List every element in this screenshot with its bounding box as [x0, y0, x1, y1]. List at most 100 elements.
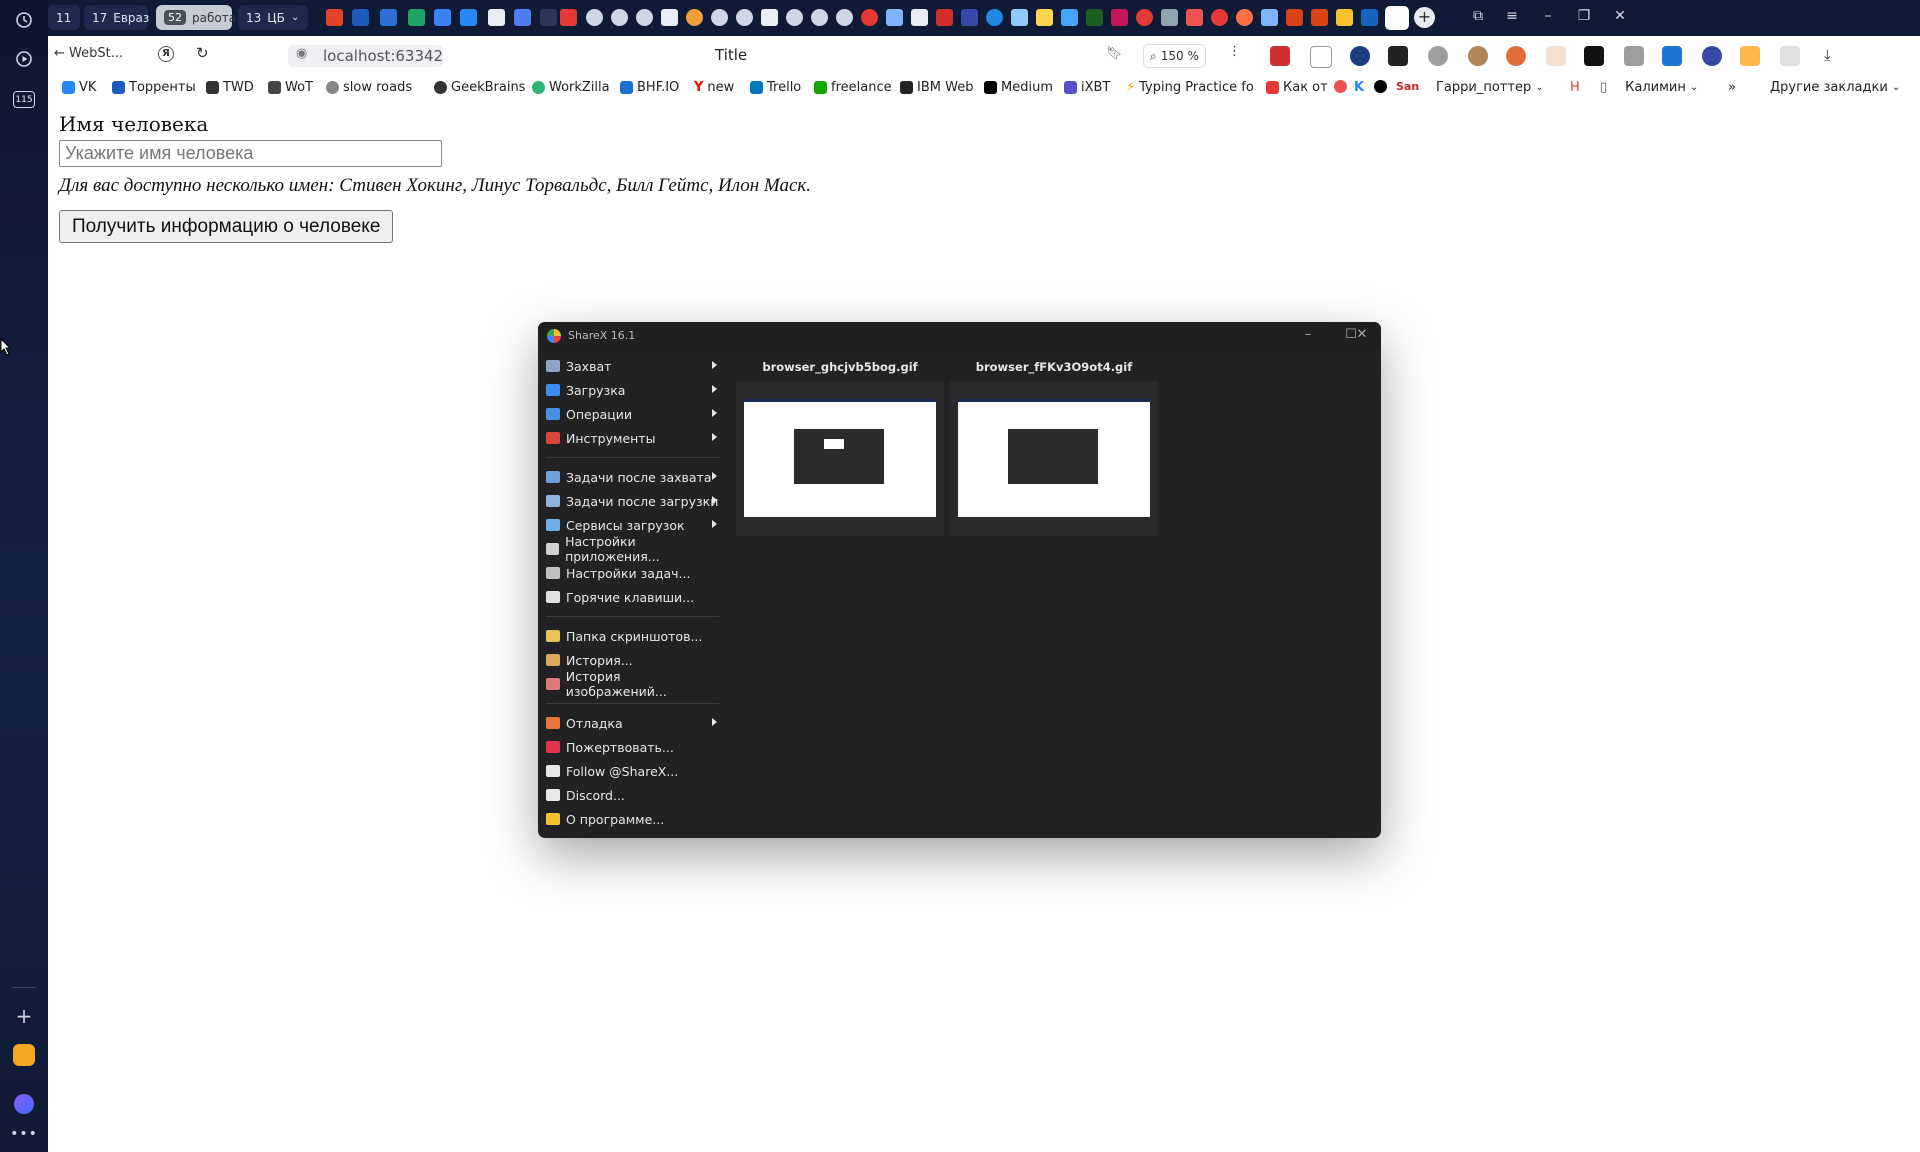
zoom-indicator[interactable]: ⌕ 150 % [1143, 44, 1206, 68]
menu-item[interactable]: Задачи после захвата [538, 465, 723, 489]
bookmark-panel-icon[interactable]: ⧉ [1468, 8, 1488, 24]
tab-icon[interactable] [936, 9, 953, 26]
bookmark-typing-practice[interactable]: ⚡ Typing Practice fo [1126, 80, 1254, 95]
reload-icon[interactable]: ↻ [196, 44, 209, 62]
tab-icon[interactable] [1036, 9, 1053, 26]
menu-item[interactable]: Инструменты [538, 426, 723, 450]
sharex-titlebar[interactable]: ShareX 16.1 – ☐ ✕ [538, 322, 1381, 350]
bookmark-new[interactable]: Ynew [694, 80, 734, 95]
menu-icon[interactable]: ≡ [1502, 8, 1522, 24]
close-icon[interactable]: ✕ [1610, 8, 1630, 24]
extension-icon[interactable] [1506, 46, 1526, 66]
menu-item[interactable]: Задачи после загрузки [538, 489, 723, 513]
tab-icon[interactable] [986, 9, 1003, 26]
name-input[interactable] [59, 140, 442, 167]
menu-item[interactable]: Загрузка [538, 378, 723, 402]
github-tab-icon[interactable] [711, 9, 728, 26]
history-clock-icon[interactable] [12, 8, 36, 32]
github-tab-icon[interactable] [736, 9, 753, 26]
tab-icon[interactable] [961, 9, 978, 26]
new-tab-icon[interactable]: + [1414, 7, 1435, 28]
bookmark-icon-5[interactable]: H [1570, 80, 1580, 95]
menu-item[interactable]: Отладка [538, 711, 723, 735]
bookmark-kak-ot[interactable]: Как от [1266, 80, 1328, 95]
notification-count-icon[interactable]: 115 [13, 91, 35, 108]
sharex-close-icon[interactable]: ✕ [1350, 327, 1374, 342]
extension-icon[interactable] [1428, 46, 1448, 66]
menu-item[interactable]: История изображений... [538, 669, 723, 699]
back-button[interactable]: ← WebSt... [54, 46, 123, 61]
tab-icon[interactable] [1236, 9, 1253, 26]
extension-icon[interactable] [1270, 46, 1290, 66]
doc-tab-icon[interactable] [911, 9, 928, 26]
bookmark-twd[interactable]: TWD [206, 80, 254, 95]
menu-item[interactable]: Захват [538, 354, 723, 378]
tab-group-rabota[interactable]: 52 работа [156, 5, 236, 30]
bookmark-ixbt[interactable]: iXBT [1064, 80, 1110, 95]
bookmark-torrents[interactable]: Торренты [112, 80, 196, 95]
doc-tab-icon[interactable] [661, 9, 678, 26]
yandex-logo-icon[interactable]: Я [158, 46, 174, 62]
restore-icon[interactable]: ❐ [1574, 8, 1594, 24]
minimize-icon[interactable]: – [1538, 8, 1558, 24]
tab-icon[interactable] [686, 9, 703, 26]
github-tab-icon[interactable] [636, 9, 653, 26]
github-tab-icon[interactable] [836, 9, 853, 26]
tab-icon[interactable] [1186, 9, 1203, 26]
tab-icon[interactable] [352, 9, 369, 26]
menu-item[interactable]: Операции [538, 402, 723, 426]
yandex-tab-icon[interactable] [861, 9, 878, 26]
github-tab-icon[interactable] [811, 9, 828, 26]
tab-icon[interactable] [1086, 9, 1103, 26]
tab-group-cb[interactable]: 13 ЦБ ⌄ [238, 5, 308, 30]
tab-icon[interactable] [514, 9, 531, 26]
tab-icon[interactable] [380, 9, 397, 26]
github-tab-icon[interactable] [786, 9, 803, 26]
tab-icon[interactable] [1361, 9, 1378, 26]
tab-icon[interactable] [560, 9, 577, 26]
mail-app-icon[interactable] [12, 1043, 36, 1067]
gitlab-tab-icon[interactable] [326, 9, 343, 26]
add-panel-icon[interactable]: + [12, 1004, 36, 1028]
bookmark-bhf[interactable]: BHF.IO [620, 80, 679, 95]
extension-icon[interactable] [1350, 46, 1370, 66]
github-tab-icon[interactable] [611, 9, 628, 26]
eyedropper-icon[interactable] [1388, 46, 1408, 66]
bookmark-geekbrains[interactable]: GeekBrains [434, 80, 525, 95]
download-icon[interactable]: ⤓ [1824, 46, 1831, 64]
more-bookmarks-icon[interactable]: » [1728, 80, 1736, 95]
more-dots-icon[interactable]: ••• [10, 1122, 37, 1146]
bookmark-folder-harry-potter[interactable]: Гарри_поттер ⌄ [1436, 80, 1544, 95]
menu-item[interactable]: Горячие клавиши... [538, 585, 723, 609]
alice-assistant-icon[interactable] [12, 1092, 36, 1116]
get-info-button[interactable]: Получить информацию о человеке [59, 210, 394, 243]
video-play-icon[interactable] [12, 47, 36, 71]
bookmark-ibm[interactable]: IBM Web [900, 80, 973, 95]
thumbnail-card[interactable]: browser_ghcjvb5bog.gif [736, 360, 944, 536]
active-tab-icon[interactable] [1385, 6, 1409, 30]
menu-item[interactable]: Настройки приложения... [538, 534, 723, 564]
thumbnail-image[interactable] [958, 399, 1150, 517]
more-vertical-icon[interactable]: ⋮ [1228, 44, 1241, 59]
bookmark-freelance[interactable]: freelance [814, 80, 892, 95]
bookmark-icon[interactable]: 🔖︎ [1106, 46, 1123, 61]
tab-icon[interactable] [540, 9, 557, 26]
tab-icon[interactable] [1311, 9, 1328, 26]
bookmark-folder-other[interactable]: Другие закладки ⌄ [1770, 80, 1900, 95]
menu-item[interactable]: О программе... [538, 807, 723, 831]
tab-icon[interactable] [1111, 9, 1128, 26]
bookmark-folder-kalimin[interactable]: ▯ Калимин ⌄ [1600, 80, 1698, 95]
bookmark-slow-roads[interactable]: slow roads [326, 80, 412, 95]
bookmark-trello[interactable]: Trello [750, 80, 801, 95]
thumbnail-image[interactable] [744, 399, 936, 517]
vk-tab-icon[interactable] [460, 9, 477, 26]
bookmark-icon-4[interactable]: San [1396, 80, 1419, 93]
tab-icon[interactable] [1261, 9, 1278, 26]
tab-icon[interactable] [886, 9, 903, 26]
sharex-minimize-icon[interactable]: – [1296, 327, 1320, 342]
extension-icon[interactable] [1702, 46, 1722, 66]
tab-icon[interactable] [1286, 9, 1303, 26]
extension-icon[interactable] [1780, 46, 1800, 66]
menu-item[interactable]: Папка скриншотов... [538, 624, 723, 648]
tab-icon[interactable] [1161, 9, 1178, 26]
